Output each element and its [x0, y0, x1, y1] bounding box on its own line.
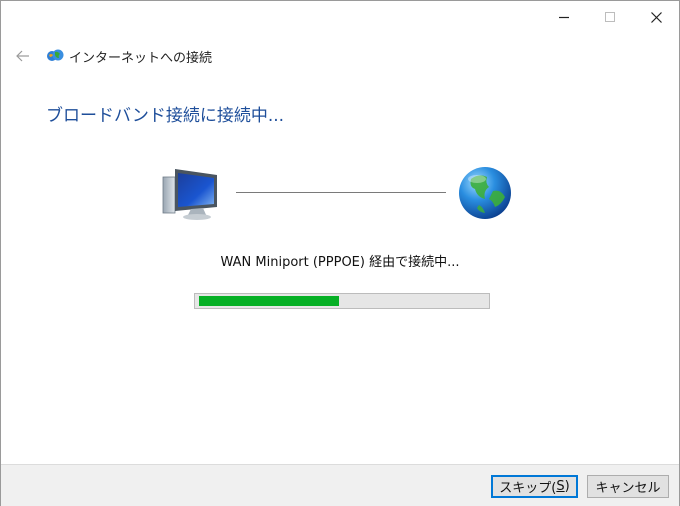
title-bar	[1, 1, 679, 33]
skip-button-label: スキップ(	[499, 481, 557, 496]
progress-fill	[199, 296, 339, 306]
internet-globe-icon	[459, 167, 511, 219]
page-heading: ブロードバンド接続に接続中...	[46, 106, 285, 126]
cancel-button[interactable]: キャンセル	[587, 475, 669, 498]
connection-status: WAN Miniport (PPPOE) 経由で接続中...	[220, 255, 460, 270]
maximize-button[interactable]	[587, 1, 633, 33]
minimize-button[interactable]	[541, 1, 587, 33]
back-arrow-icon	[16, 50, 29, 62]
wizard-footer: スキップ(S) キャンセル	[1, 464, 679, 506]
computer-icon	[162, 169, 217, 220]
back-button[interactable]	[11, 44, 35, 68]
close-button[interactable]	[633, 1, 679, 33]
connection-line	[236, 192, 446, 193]
network-connection-icon	[47, 49, 64, 61]
nav-bar: インターネットへの接続	[1, 41, 679, 71]
wizard-title: インターネットへの接続	[69, 51, 213, 66]
skip-button-suffix: )	[564, 479, 570, 494]
connection-progress-bar	[194, 293, 490, 309]
minimize-icon	[559, 16, 569, 19]
skip-button[interactable]: スキップ(S)	[491, 475, 578, 498]
maximize-icon	[605, 12, 615, 22]
close-icon	[650, 11, 662, 23]
connect-wizard-window: インターネットへの接続 ブロードバンド接続に接続中... WAN Minipor…	[0, 0, 680, 506]
skip-mnemonic: S	[556, 479, 565, 494]
